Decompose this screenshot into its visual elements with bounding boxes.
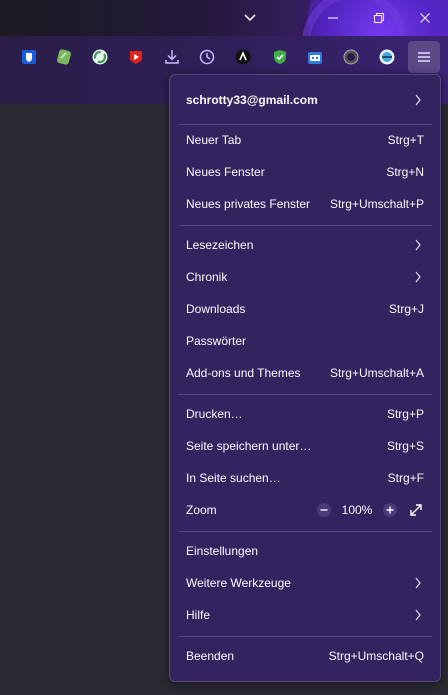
history-button[interactable] — [197, 47, 217, 67]
zoom-controls: 100% — [316, 502, 424, 518]
account-email: schrotty33@gmail.com — [186, 93, 318, 107]
account-item[interactable]: schrotty33@gmail.com — [178, 85, 432, 115]
menu-item-new-tab[interactable]: Neuer Tab Strg+T — [178, 125, 432, 155]
menu-item-label: Seite speichern unter… — [186, 439, 312, 453]
youtube-extension-button[interactable] — [126, 47, 146, 67]
menu-item-label: Zoom — [186, 503, 217, 517]
menu-separator — [178, 225, 432, 226]
downloads-icon — [165, 50, 179, 64]
downloads-button[interactable] — [162, 47, 182, 67]
menu-item-label: Add-ons und Themes — [186, 366, 301, 380]
menu-item-label: In Seite suchen… — [186, 471, 281, 485]
chevron-right-icon — [412, 271, 424, 283]
dark-mode-extension-icon — [235, 49, 251, 65]
restore-icon — [373, 12, 385, 24]
circle-extension-button[interactable] — [341, 47, 361, 67]
dark-mode-extension-button[interactable] — [233, 47, 253, 67]
chevron-down-icon — [244, 14, 256, 22]
menu-item-shortcut: Strg+Umschalt+A — [329, 366, 424, 380]
menu-item-help[interactable]: Hilfe — [178, 600, 432, 630]
menu-item-more-tools[interactable]: Weitere Werkzeuge — [178, 568, 432, 598]
menu-item-save-page[interactable]: Seite speichern unter… Strg+S — [178, 431, 432, 461]
bitwarden-icon — [22, 50, 36, 64]
youtube-extension-icon — [130, 51, 142, 64]
menu-item-label: Weitere Werkzeuge — [186, 576, 291, 590]
notes-extension-icon — [57, 49, 71, 65]
menu-item-downloads[interactable]: Downloads Strg+J — [178, 294, 432, 324]
plus-circle-icon — [383, 503, 397, 517]
minus-circle-icon — [317, 503, 331, 517]
menu-item-shortcut: Strg+J — [388, 302, 424, 316]
fullscreen-expand-icon — [410, 504, 422, 516]
menu-item-label: Beenden — [186, 649, 235, 663]
history-clock-icon — [199, 49, 215, 65]
menu-item-shortcut: Strg+Umschalt+P — [329, 197, 424, 211]
menu-item-new-private-window[interactable]: Neues privates Fenster Strg+Umschalt+P — [178, 189, 432, 219]
chevron-right-icon — [412, 609, 424, 621]
chevron-right-icon — [412, 239, 424, 251]
menu-item-label: Chronik — [186, 270, 228, 284]
globe-extension-icon — [379, 49, 395, 65]
fullscreen-button[interactable] — [408, 502, 424, 518]
menu-item-shortcut: Strg+T — [387, 133, 424, 147]
restore-button[interactable] — [356, 0, 402, 36]
menu-item-addons-themes[interactable]: Add-ons und Themes Strg+Umschalt+A — [178, 358, 432, 388]
menu-separator — [178, 531, 432, 532]
sync-extension-icon — [92, 49, 108, 65]
zoom-out-button[interactable] — [316, 502, 332, 518]
bitwarden-extension-button[interactable] — [19, 47, 39, 67]
chevron-right-icon — [412, 577, 424, 589]
menu-item-bookmarks[interactable]: Lesezeichen — [178, 230, 432, 260]
menu-separator — [178, 636, 432, 637]
menu-item-history[interactable]: Chronik — [178, 262, 432, 292]
shield-extension-icon — [274, 50, 286, 64]
minimize-button[interactable] — [310, 0, 356, 36]
menu-item-find-in-page[interactable]: In Seite suchen… Strg+F — [178, 463, 432, 493]
menu-item-print[interactable]: Drucken… Strg+P — [178, 399, 432, 429]
menu-item-shortcut: Strg+Umschalt+Q — [328, 649, 424, 663]
hamburger-menu-icon — [418, 52, 430, 62]
menu-item-new-window[interactable]: Neues Fenster Strg+N — [178, 157, 432, 187]
tab-list-dropdown-button[interactable] — [227, 0, 273, 36]
robot-extension-icon — [308, 52, 322, 64]
close-window-button[interactable] — [402, 0, 448, 36]
globe-extension-button[interactable] — [377, 47, 397, 67]
menu-item-shortcut: Strg+N — [386, 165, 424, 179]
menu-item-passwords[interactable]: Passwörter — [178, 326, 432, 356]
menu-item-shortcut: Strg+P — [386, 407, 424, 421]
menu-item-label: Drucken… — [186, 407, 243, 421]
sync-extension-button[interactable] — [90, 47, 110, 67]
circle-extension-icon — [343, 49, 359, 65]
menu-item-quit[interactable]: Beenden Strg+Umschalt+Q — [178, 641, 432, 671]
menu-item-label: Lesezeichen — [186, 238, 254, 252]
menu-item-label: Hilfe — [186, 608, 211, 622]
zoom-in-button[interactable] — [382, 502, 398, 518]
minimize-icon — [328, 17, 338, 19]
menu-item-zoom: Zoom 100% — [178, 495, 432, 525]
app-menu-panel: schrotty33@gmail.com Neuer Tab Strg+T Ne… — [169, 74, 441, 682]
application-menu-button[interactable] — [408, 41, 440, 73]
shield-extension-button[interactable] — [270, 47, 290, 67]
menu-item-label: Downloads — [186, 302, 246, 316]
menu-item-shortcut: Strg+F — [387, 471, 424, 485]
notes-extension-button[interactable] — [54, 47, 74, 67]
menu-item-label: Einstellungen — [186, 544, 259, 558]
close-icon — [420, 13, 430, 23]
menu-item-shortcut: Strg+S — [386, 439, 424, 453]
menu-item-label: Neues privates Fenster — [186, 197, 311, 211]
menu-item-settings[interactable]: Einstellungen — [178, 536, 432, 566]
robot-extension-button[interactable] — [305, 47, 325, 67]
menu-item-label: Neues Fenster — [186, 165, 265, 179]
chevron-right-icon — [412, 94, 424, 106]
menu-item-label: Passwörter — [186, 334, 247, 348]
menu-separator — [178, 394, 432, 395]
menu-item-label: Neuer Tab — [186, 133, 242, 147]
title-bar — [0, 0, 448, 36]
zoom-level[interactable]: 100% — [340, 503, 374, 517]
